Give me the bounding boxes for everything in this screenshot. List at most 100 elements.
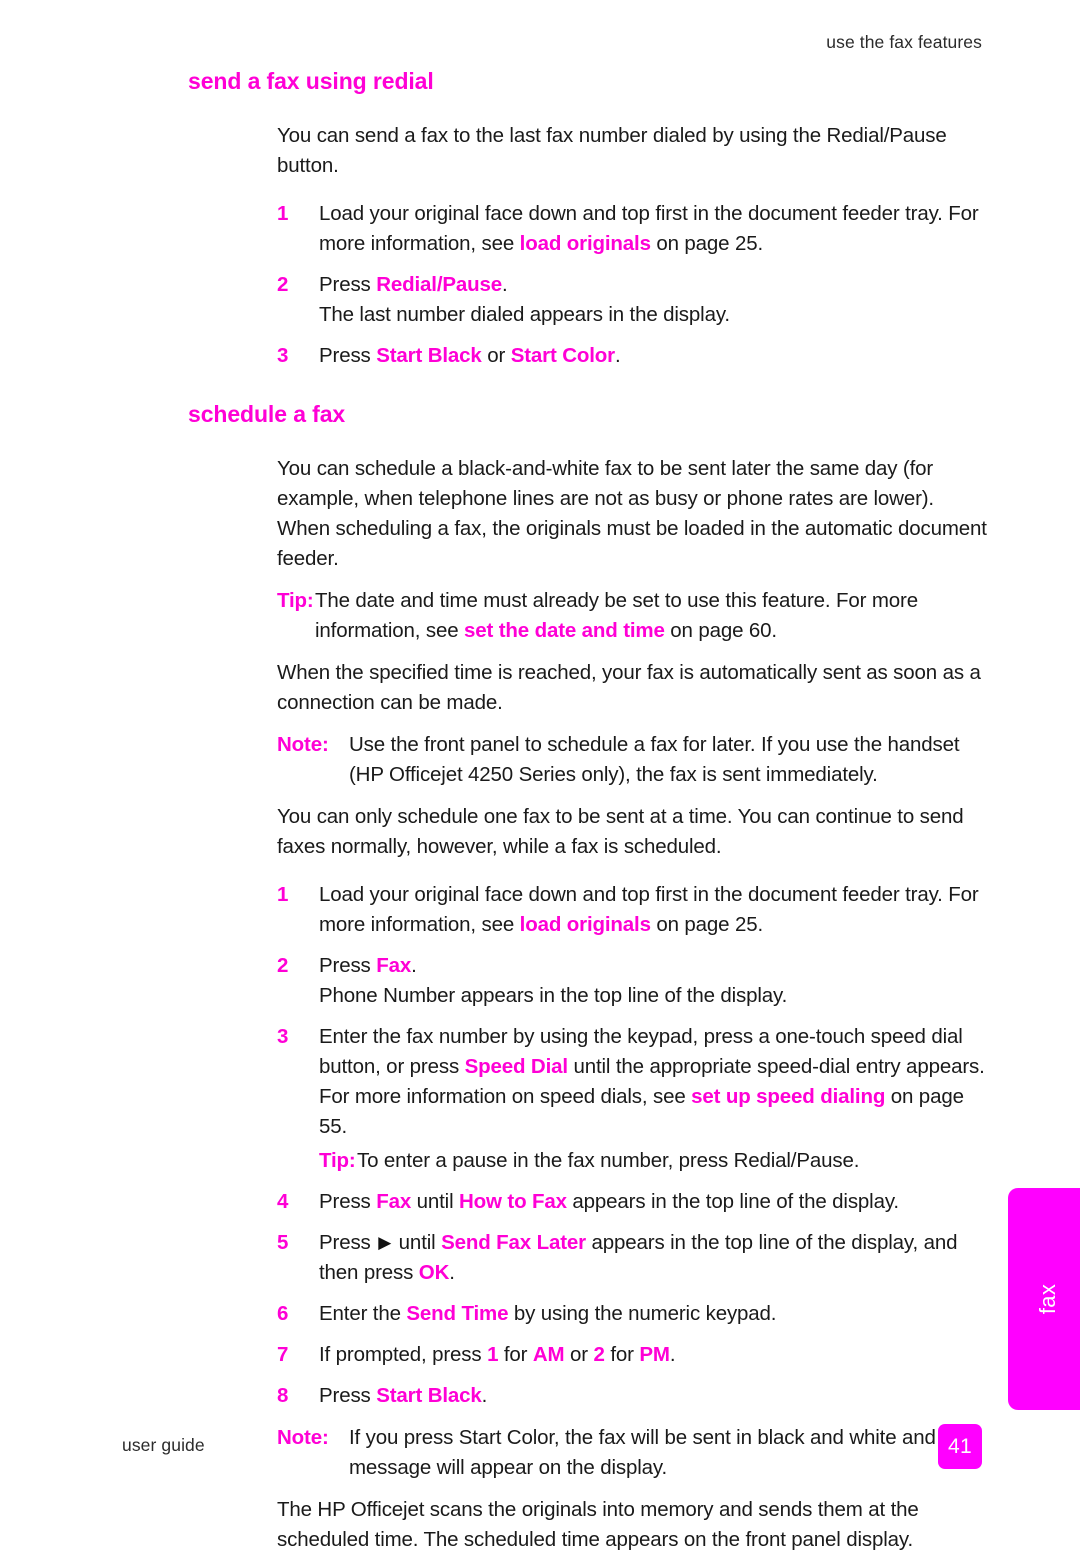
step-text-part: . [411,954,417,977]
step-text-part: . [481,1384,488,1407]
ui-control-name: Start Color [510,344,615,367]
note-text: Use the front panel to schedule a fax fo… [349,733,960,786]
step-text: Load your original face down and top fir… [319,202,979,255]
tip-callout-pause: Tip: To enter a pause in the fax number, … [319,1146,990,1176]
ui-control-name: OK [418,1261,450,1284]
step-text-part: . [502,273,508,296]
step-item: 7 If prompted, press 1 for AM or 2 for P… [277,1340,990,1370]
paragraph-specified-time: When the specified time is reached, your… [277,661,981,714]
step-item: 8 Press Start Black. [277,1381,990,1411]
step-text: Press Redial/Pause. [319,273,508,296]
step-text-part: until [393,1231,442,1254]
step-text-part: on page 25. [650,913,764,936]
step-sub-text: The last number dialed appears in the di… [319,303,730,326]
step-text: If prompted, press 1 for AM or 2 for PM. [319,1343,676,1366]
step-text: Press Start Black. [319,1384,487,1407]
step-text-part: Enter the [319,1302,407,1325]
steps-list-redial: 1 Load your original face down and top f… [277,199,990,371]
running-head: use the fax features [826,32,982,52]
step-text-part: for [604,1343,640,1366]
paragraph-schedule-intro: You can schedule a black-and-white fax t… [277,457,987,570]
step-text-part: until [411,1190,460,1213]
note-text: If you press Start Color, the fax will b… [349,1426,953,1479]
document-page: use the fax features send a fax using re… [0,0,1080,1551]
step-text: Press Fax until How to Fax appears in th… [319,1190,899,1213]
step-text: Press Start Black or Start Color. [319,344,621,367]
step-item: 2 Press Redial/Pause. The last number di… [277,270,990,330]
step-text: Press ▶ until Send Fax Later appears in … [319,1231,958,1284]
ui-control-name: Fax [376,954,412,977]
step-text-part: Press [319,344,377,367]
ui-control-name: 1 [487,1343,499,1366]
step-number: 4 [277,1190,289,1213]
cross-reference-link[interactable]: set the date and time [464,619,665,642]
step-text-part: or [564,1343,594,1366]
step-text: Enter the fax number by using the keypad… [319,1025,985,1138]
ui-control-name: How to Fax [459,1190,567,1213]
step-text: Enter the Send Time by using the numeric… [319,1302,776,1325]
thumb-tab-fax: fax [1008,1188,1080,1410]
step-text: Press Fax. [319,954,417,977]
step-text-part: Press [319,1190,377,1213]
ui-control-name: AM [532,1343,565,1366]
ui-control-name: PM [639,1343,670,1366]
paragraph-redial-intro: You can send a fax to the last fax numbe… [277,124,947,177]
section-heading-row-schedule: schedule a fax [0,401,1080,428]
step-item: 1 Load your original face down and top f… [277,880,990,940]
section-body-redial: You can send a fax to the last fax numbe… [0,121,1080,371]
step-text-part: If prompted, press [319,1343,488,1366]
step-number: 2 [277,273,289,296]
step-text: Load your original face down and top fir… [319,883,979,936]
ui-control-name: Speed Dial [464,1055,568,1078]
step-item: 4 Press Fax until How to Fax appears in … [277,1187,990,1217]
steps-list-schedule: 1 Load your original face down and top f… [277,880,990,1411]
tip-text: To enter a pause in the fax number, pres… [357,1149,860,1172]
footer-user-guide-label: user guide [122,1435,205,1455]
note-label: Note: [277,733,329,756]
step-text-part: Press [319,1231,377,1254]
cross-reference-link[interactable]: load originals [520,232,651,255]
step-text-part: . [449,1261,455,1284]
thumb-tab-label: fax [1035,1283,1060,1315]
step-text-part: or [481,344,511,367]
heading-send-a-fax-using-redial: send a fax using redial [188,68,434,94]
step-number: 1 [277,883,289,906]
note-callout-front-panel: Note: Use the front panel to schedule a f… [277,730,990,790]
step-text-part: Press [319,273,377,296]
step-number: 7 [277,1343,289,1366]
ui-control-name: Send Time [406,1302,509,1325]
page-number-badge: 41 [938,1424,982,1469]
section-body-schedule: You can schedule a black-and-white fax t… [0,454,1080,1555]
ui-control-name: Fax [376,1190,412,1213]
ui-control-name: Send Fax Later [441,1231,586,1254]
step-text-part: for [498,1343,533,1366]
page-content: send a fax using redial You can send a f… [0,68,1080,1555]
step-text-part: Press [319,1384,377,1407]
paragraph-scan-to-memory: The HP Officejet scans the originals int… [277,1498,919,1551]
step-item: 1 Load your original face down and top f… [277,199,990,259]
heading-schedule-a-fax: schedule a fax [188,401,346,427]
ui-control-name: 2 [593,1343,605,1366]
note-callout-start-color: Note: If you press Start Color, the fax w… [277,1423,990,1483]
cross-reference-link[interactable]: set up speed dialing [691,1085,885,1108]
step-sub-text: Phone Number appears in the top line of … [319,984,788,1007]
tip-label: Tip: [277,589,314,612]
step-item: 6 Enter the Send Time by using the numer… [277,1299,990,1329]
cross-reference-link[interactable]: load originals [520,913,651,936]
step-number: 6 [277,1302,289,1325]
step-text-part: appears in the top line of the display. [566,1190,899,1213]
step-number: 2 [277,954,289,977]
step-text-part: on page 25. [650,232,764,255]
step-item: 3 Enter the fax number by using the keyp… [277,1022,990,1176]
step-number: 3 [277,344,289,367]
ui-control-name: Redial/Pause [376,273,503,296]
step-text-part: Press [319,954,377,977]
step-item: 3 Press Start Black or Start Color. [277,341,990,371]
step-number: 5 [277,1231,289,1254]
note-label: Note: [277,1426,329,1449]
right-arrow-icon: ▶ [378,1233,392,1252]
step-text-part: . [614,344,621,367]
step-text-part: by using the numeric keypad. [508,1302,777,1325]
step-number: 3 [277,1025,289,1048]
step-number: 1 [277,202,289,225]
